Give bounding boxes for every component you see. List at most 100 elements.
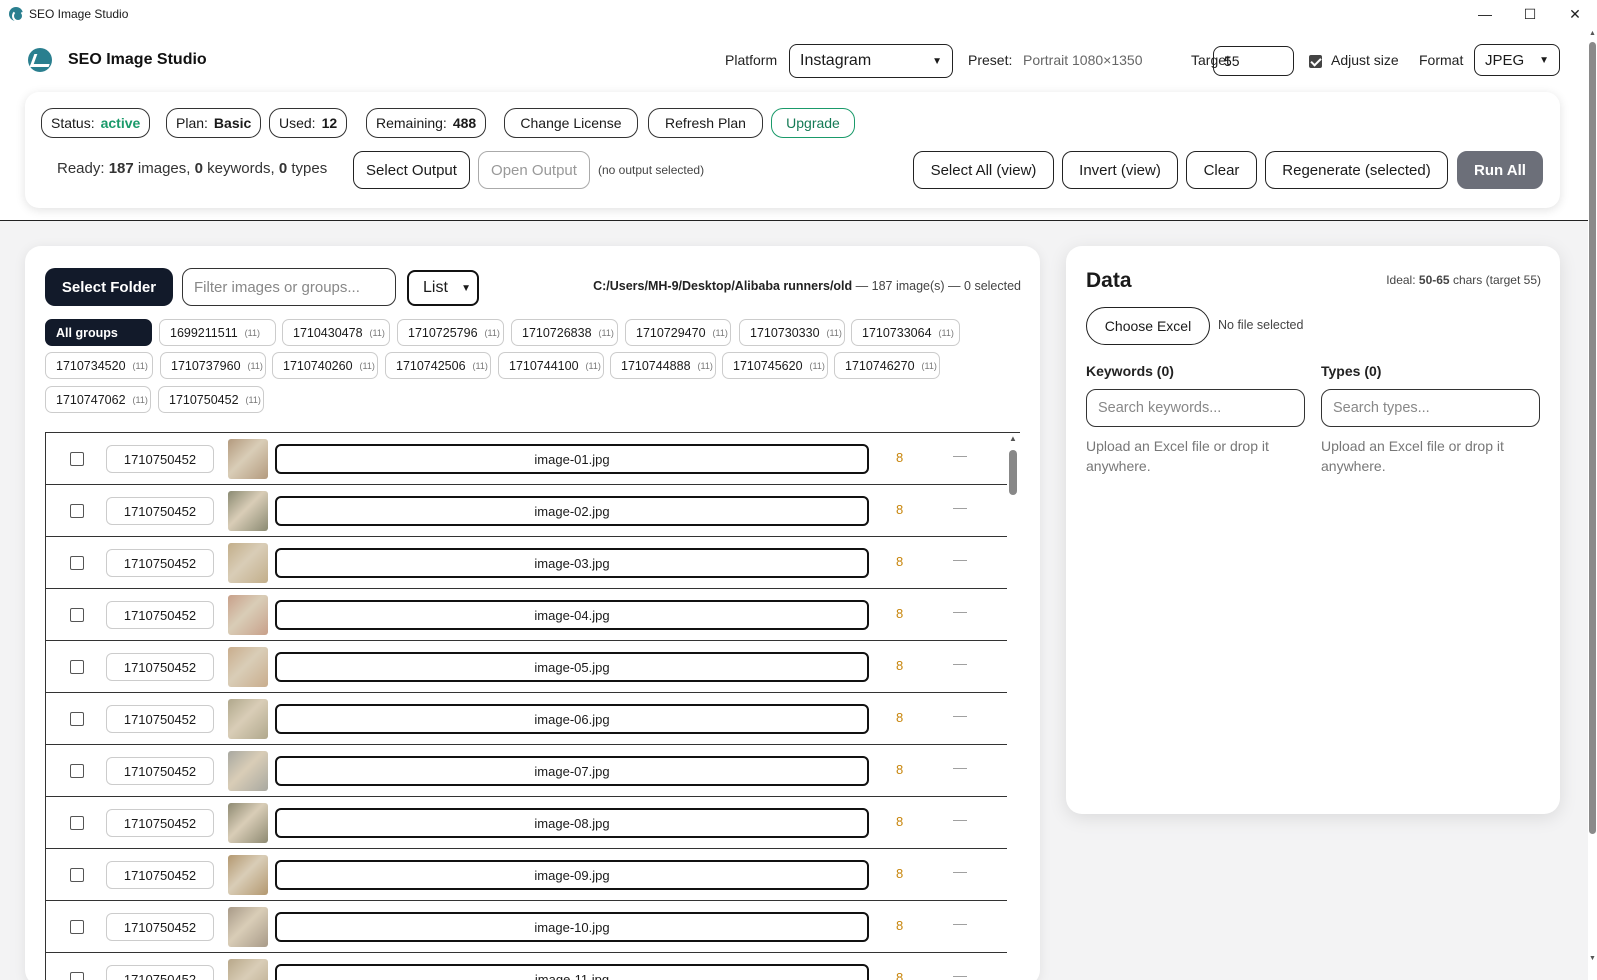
row-filename-input[interactable]: image-09.jpg [275, 860, 869, 890]
select-output-button[interactable]: Select Output [353, 151, 470, 189]
table-scrollbar[interactable]: ▲ [1008, 434, 1018, 978]
ideal-length-info: Ideal: 50-65 chars (target 55) [1386, 273, 1541, 287]
row-group-id[interactable]: 1710750452 [106, 965, 214, 980]
row-filename-input[interactable]: image-08.jpg [275, 808, 869, 838]
table-row[interactable]: 1710750452 image-11.jpg 8 — [46, 953, 1007, 980]
group-chip[interactable]: 1710729470 (11) [625, 319, 731, 346]
scroll-up-icon[interactable]: ▲ [1589, 30, 1596, 37]
group-chip[interactable]: 1710750452 (11) [158, 386, 264, 413]
row-checkbox[interactable] [70, 712, 84, 726]
types-search-input[interactable]: Search types... [1321, 389, 1540, 427]
group-chip[interactable]: 1710734520 (11) [45, 352, 153, 379]
format-select[interactable]: JPEG ▼ [1474, 44, 1560, 76]
group-chip[interactable]: 1710744100 (11) [498, 352, 604, 379]
row-filename-input[interactable]: image-04.jpg [275, 600, 869, 630]
row-checkbox[interactable] [70, 764, 84, 778]
row-filename-input[interactable]: image-06.jpg [275, 704, 869, 734]
row-group-id[interactable]: 1710750452 [106, 913, 214, 941]
group-chip[interactable]: 1710746270 (11) [834, 352, 940, 379]
chip-all-groups[interactable]: All groups [45, 319, 152, 346]
table-row[interactable]: 1710750452 image-04.jpg 8 — [46, 589, 1007, 641]
group-chip[interactable]: 1710745620 (11) [722, 352, 828, 379]
minimize-button[interactable]: — [1463, 0, 1507, 28]
row-filename-input[interactable]: image-11.jpg [275, 964, 869, 980]
group-chip[interactable]: 1710744888 (11) [610, 352, 716, 379]
group-chip[interactable]: 1710430478 (11) [282, 319, 390, 346]
group-chip[interactable]: 1710747062 (11) [45, 386, 151, 413]
brand-name: SEO Image Studio [68, 51, 207, 68]
row-checkbox[interactable] [70, 452, 84, 466]
row-filename-input[interactable]: image-01.jpg [275, 444, 869, 474]
row-filename-input[interactable]: image-07.jpg [275, 756, 869, 786]
row-filename-input[interactable]: image-02.jpg [275, 496, 869, 526]
group-chip[interactable]: 1699211511 (11) [159, 319, 276, 346]
ideal-label: Ideal: [1386, 273, 1416, 287]
row-group-id[interactable]: 1710750452 [106, 861, 214, 889]
row-group-id[interactable]: 1710750452 [106, 809, 214, 837]
table-row[interactable]: 1710750452 image-09.jpg 8 — [46, 849, 1007, 901]
table-row[interactable]: 1710750452 image-08.jpg 8 — [46, 797, 1007, 849]
status-label: Status: [51, 115, 95, 131]
row-checkbox[interactable] [70, 660, 84, 674]
maximize-button[interactable]: ☐ [1508, 0, 1552, 28]
format-label: Format [1419, 52, 1464, 68]
group-chip[interactable]: 1710733064 (11) [851, 319, 960, 346]
row-group-id[interactable]: 1710750452 [106, 705, 214, 733]
keywords-search-input[interactable]: Search keywords... [1086, 389, 1305, 427]
row-group-id[interactable]: 1710750452 [106, 757, 214, 785]
group-chip[interactable]: 1710725796 (11) [397, 319, 504, 346]
select-folder-button[interactable]: Select Folder [45, 268, 173, 306]
row-checkbox[interactable] [70, 920, 84, 934]
page-scrollbar[interactable]: ▲ ▼ [1588, 28, 1597, 980]
chip-label: 1710742506 [396, 358, 466, 373]
page-scroll-thumb[interactable] [1589, 42, 1596, 834]
invert-button[interactable]: Invert (view) [1062, 151, 1178, 189]
group-chip[interactable]: 1710737960 (11) [160, 352, 266, 379]
choose-excel-button[interactable]: Choose Excel [1086, 307, 1210, 345]
clear-button[interactable]: Clear [1186, 151, 1257, 189]
row-group-id[interactable]: 1710750452 [106, 601, 214, 629]
filter-input[interactable]: Filter images or groups... [182, 268, 396, 306]
group-chip[interactable]: 1710730330 (11) [739, 319, 845, 346]
platform-select[interactable]: Instagram ▼ [789, 44, 953, 78]
select-all-button[interactable]: Select All (view) [913, 151, 1054, 189]
row-filename-input[interactable]: image-05.jpg [275, 652, 869, 682]
regenerate-button[interactable]: Regenerate (selected) [1265, 151, 1448, 189]
row-group-id[interactable]: 1710750452 [106, 653, 214, 681]
group-chip[interactable]: 1710742506 (11) [385, 352, 491, 379]
table-row[interactable]: 1710750452 image-02.jpg 8 — [46, 485, 1007, 537]
change-license-button[interactable]: Change License [504, 108, 638, 138]
close-button[interactable]: ✕ [1553, 0, 1597, 28]
table-row[interactable]: 1710750452 image-03.jpg 8 — [46, 537, 1007, 589]
refresh-plan-button[interactable]: Refresh Plan [648, 108, 763, 138]
adjust-size-checkbox[interactable] [1309, 55, 1322, 68]
row-checkbox[interactable] [70, 972, 84, 980]
row-checkbox[interactable] [70, 504, 84, 518]
scroll-up-icon[interactable]: ▲ [1009, 434, 1017, 443]
scroll-thumb[interactable] [1009, 450, 1017, 495]
row-keyword-count: 8 [896, 762, 904, 777]
row-filename-input[interactable]: image-10.jpg [275, 912, 869, 942]
view-mode-select[interactable]: List ▼ [407, 270, 479, 306]
row-group-id[interactable]: 1710750452 [106, 549, 214, 577]
group-chip[interactable]: 1710740260 (11) [272, 352, 378, 379]
target-input[interactable]: 55 [1213, 46, 1294, 76]
row-group-id[interactable]: 1710750452 [106, 497, 214, 525]
window-titlebar: SEO Image Studio — ☐ ✕ [0, 0, 1597, 28]
row-checkbox[interactable] [70, 868, 84, 882]
table-row[interactable]: 1710750452 image-07.jpg 8 — [46, 745, 1007, 797]
table-row[interactable]: 1710750452 image-01.jpg 8 — [46, 433, 1007, 485]
upgrade-button[interactable]: Upgrade [771, 108, 855, 138]
row-filename-input[interactable]: image-03.jpg [275, 548, 869, 578]
run-all-button[interactable]: Run All [1457, 151, 1543, 189]
row-checkbox[interactable] [70, 816, 84, 830]
scroll-down-icon[interactable]: ▼ [1589, 955, 1596, 962]
open-output-button[interactable]: Open Output [478, 151, 590, 189]
row-checkbox[interactable] [70, 608, 84, 622]
row-checkbox[interactable] [70, 556, 84, 570]
group-chip[interactable]: 1710726838 (11) [511, 319, 618, 346]
table-row[interactable]: 1710750452 image-10.jpg 8 — [46, 901, 1007, 953]
table-row[interactable]: 1710750452 image-06.jpg 8 — [46, 693, 1007, 745]
row-group-id[interactable]: 1710750452 [106, 445, 214, 473]
table-row[interactable]: 1710750452 image-05.jpg 8 — [46, 641, 1007, 693]
